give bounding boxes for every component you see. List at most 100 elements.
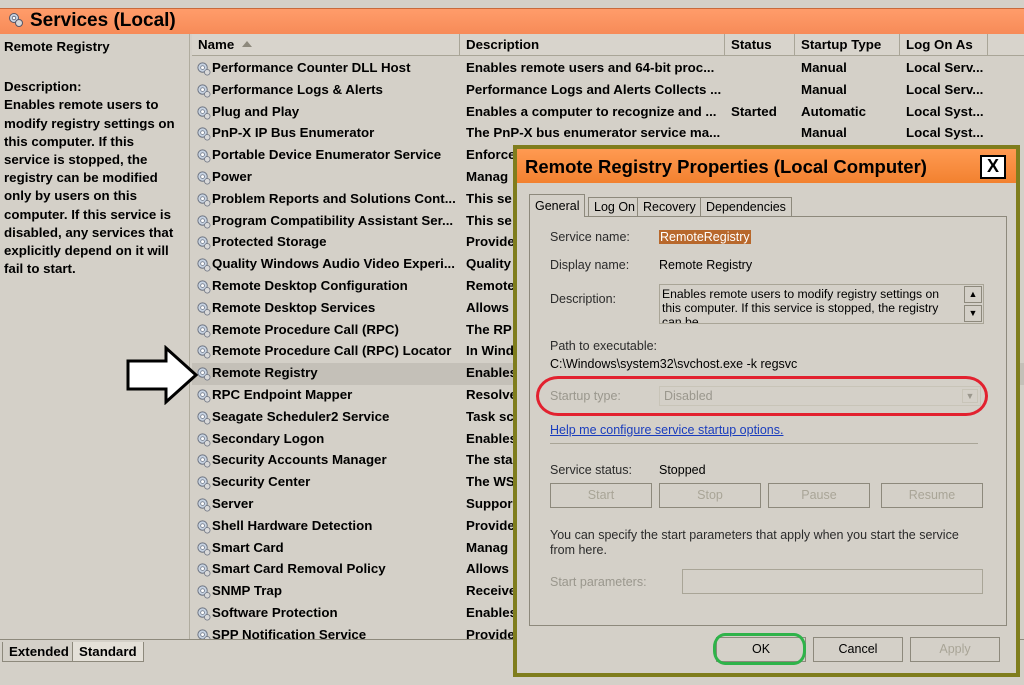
service-gear-icon <box>197 476 211 490</box>
service-name-cell: Security Accounts Manager <box>212 452 387 468</box>
table-row[interactable]: Performance Logs & Alerts Performance Log… <box>192 80 1024 102</box>
table-row[interactable]: PnP-X IP Bus Enumerator The PnP-X bus enu… <box>192 123 1024 145</box>
service-name-cell: Shell Hardware Detection <box>212 517 373 533</box>
service-gear-icon <box>197 433 211 447</box>
service-gear-icon <box>197 149 211 163</box>
service-gear-icon <box>197 62 211 76</box>
service-name-cell: SNMP Trap <box>212 583 282 599</box>
description-box[interactable]: Enables remote users to modify registry … <box>659 284 984 324</box>
tab-general[interactable]: General <box>529 194 586 217</box>
table-row[interactable]: Plug and Play Enables a computer to recog… <box>192 102 1024 124</box>
service-name-cell: Remote Procedure Call (RPC) <box>212 321 399 337</box>
column-status[interactable]: Status <box>725 34 795 56</box>
service-name-value[interactable]: RemoteRegistry <box>659 230 751 244</box>
tab-standard[interactable]: Standard <box>72 642 144 662</box>
service-name-cell: Performance Logs & Alerts <box>212 81 383 97</box>
description-line: registry can be modified <box>4 170 158 186</box>
column-logon-label: Log On As <box>906 37 973 52</box>
tab-dependencies[interactable]: Dependencies <box>700 197 792 216</box>
start-button[interactable]: Start <box>550 483 652 508</box>
service-name-cell: Remote Registry <box>212 365 318 381</box>
scroll-up-button[interactable]: ▲ <box>964 286 982 303</box>
service-gear-icon <box>197 367 211 381</box>
service-name-cell: Program Compatibility Assistant Ser... <box>212 212 454 228</box>
column-startup-type[interactable]: Startup Type <box>795 34 900 56</box>
service-gear-icon <box>197 345 211 359</box>
pause-button[interactable]: Pause <box>768 483 870 508</box>
apply-button[interactable]: Apply <box>910 637 1000 662</box>
service-gear-icon <box>197 520 211 534</box>
service-gear-icon <box>197 127 211 141</box>
general-panel: Service name: RemoteRegistry Display nam… <box>529 216 1007 626</box>
column-name[interactable]: Name <box>192 34 460 56</box>
display-name-value: Remote Registry <box>659 258 753 272</box>
service-gear-icon <box>197 454 211 468</box>
service-gear-icon <box>197 498 211 512</box>
pause-button-label: Pause <box>801 488 837 502</box>
service-description-cell: Enables a computer to recognize and ... <box>466 103 717 119</box>
display-name-label: Display name: <box>550 258 630 272</box>
service-gear-icon <box>197 280 211 294</box>
service-gear-icon <box>197 106 211 120</box>
cancel-button[interactable]: Cancel <box>813 637 903 662</box>
description-line: disabled, any services that <box>4 224 174 240</box>
description-text: Enables remote users to modify registry s… <box>4 96 185 278</box>
start-parameters-note: You can specify the start parameters tha… <box>550 528 959 557</box>
ok-button-highlight <box>713 633 806 665</box>
description-line: modify registry settings on <box>4 115 175 131</box>
start-button-label: Start <box>587 488 615 502</box>
tab-recovery[interactable]: Recovery <box>637 197 702 216</box>
help-link[interactable]: Help me configure service startup option… <box>550 423 783 437</box>
service-name-cell: Software Protection <box>212 605 338 620</box>
table-row[interactable]: Performance Counter DLL Host Enables remo… <box>192 58 1024 80</box>
resume-button[interactable]: Resume <box>881 483 983 508</box>
service-name-cell: SPP Notification Service <box>212 626 367 639</box>
description-line: explicitly depend on it will <box>4 243 169 259</box>
description-label: Description: <box>4 79 82 95</box>
service-gear-icon <box>197 563 211 577</box>
service-startup-cell: Manual <box>801 125 847 141</box>
tab-extended-label: Extended <box>9 644 69 659</box>
list-header: Name Description Status Startup Type Log… <box>192 34 1024 56</box>
column-description[interactable]: Description <box>460 34 725 56</box>
description-line: Enables remote users to <box>4 97 159 113</box>
tab-standard-label: Standard <box>79 644 137 659</box>
service-gear-icon <box>197 629 211 639</box>
tab-log-on-label: Log On <box>594 200 636 214</box>
close-button[interactable]: X <box>980 155 1006 179</box>
stop-button[interactable]: Stop <box>659 483 761 508</box>
stop-button-label: Stop <box>697 488 723 502</box>
tab-log-on[interactable]: Log On <box>588 197 642 216</box>
service-gear-icon <box>197 607 211 621</box>
service-name-cell: RPC Endpoint Mapper <box>212 387 353 402</box>
scroll-up-icon: ▲ <box>968 289 978 299</box>
start-parameters-input[interactable] <box>682 569 983 594</box>
service-name-cell: Security Center <box>212 474 311 490</box>
scroll-down-icon: ▼ <box>968 308 978 318</box>
column-description-label: Description <box>466 37 540 52</box>
service-name-cell: Smart Card Removal Policy <box>212 561 386 577</box>
scroll-down-button[interactable]: ▼ <box>964 305 982 322</box>
service-startup-cell: Manual <box>801 60 847 75</box>
service-name-cell: Secondary Logon <box>212 430 325 446</box>
service-description-cell: The PnP-X bus enumerator service ma... <box>466 125 721 141</box>
selected-service-name: Remote Registry <box>4 39 110 54</box>
tab-extended[interactable]: Extended <box>2 642 76 662</box>
service-name-cell: Remote Desktop Services <box>212 299 376 315</box>
service-gear-icon <box>197 389 211 403</box>
service-gear-icon <box>197 542 211 556</box>
apply-button-label: Apply <box>939 642 971 656</box>
window-title: Services (Local) <box>30 10 176 31</box>
service-status-value: Stopped <box>659 463 706 477</box>
description-line: fail to start. <box>4 261 76 277</box>
description-line: only by users on this <box>4 188 137 204</box>
service-status-cell: Started <box>731 103 777 119</box>
service-gear-icon <box>197 324 211 338</box>
path-value: C:\Windows\system32\svchost.exe -k regsv… <box>550 357 798 371</box>
cancel-button-label: Cancel <box>838 642 878 656</box>
service-logon-cell: Local Serv... <box>906 81 984 97</box>
tab-recovery-label: Recovery <box>643 200 696 214</box>
column-logon-as[interactable]: Log On As <box>900 34 988 56</box>
resume-button-label: Resume <box>908 488 956 502</box>
description-line: this computer. If this <box>4 133 135 149</box>
